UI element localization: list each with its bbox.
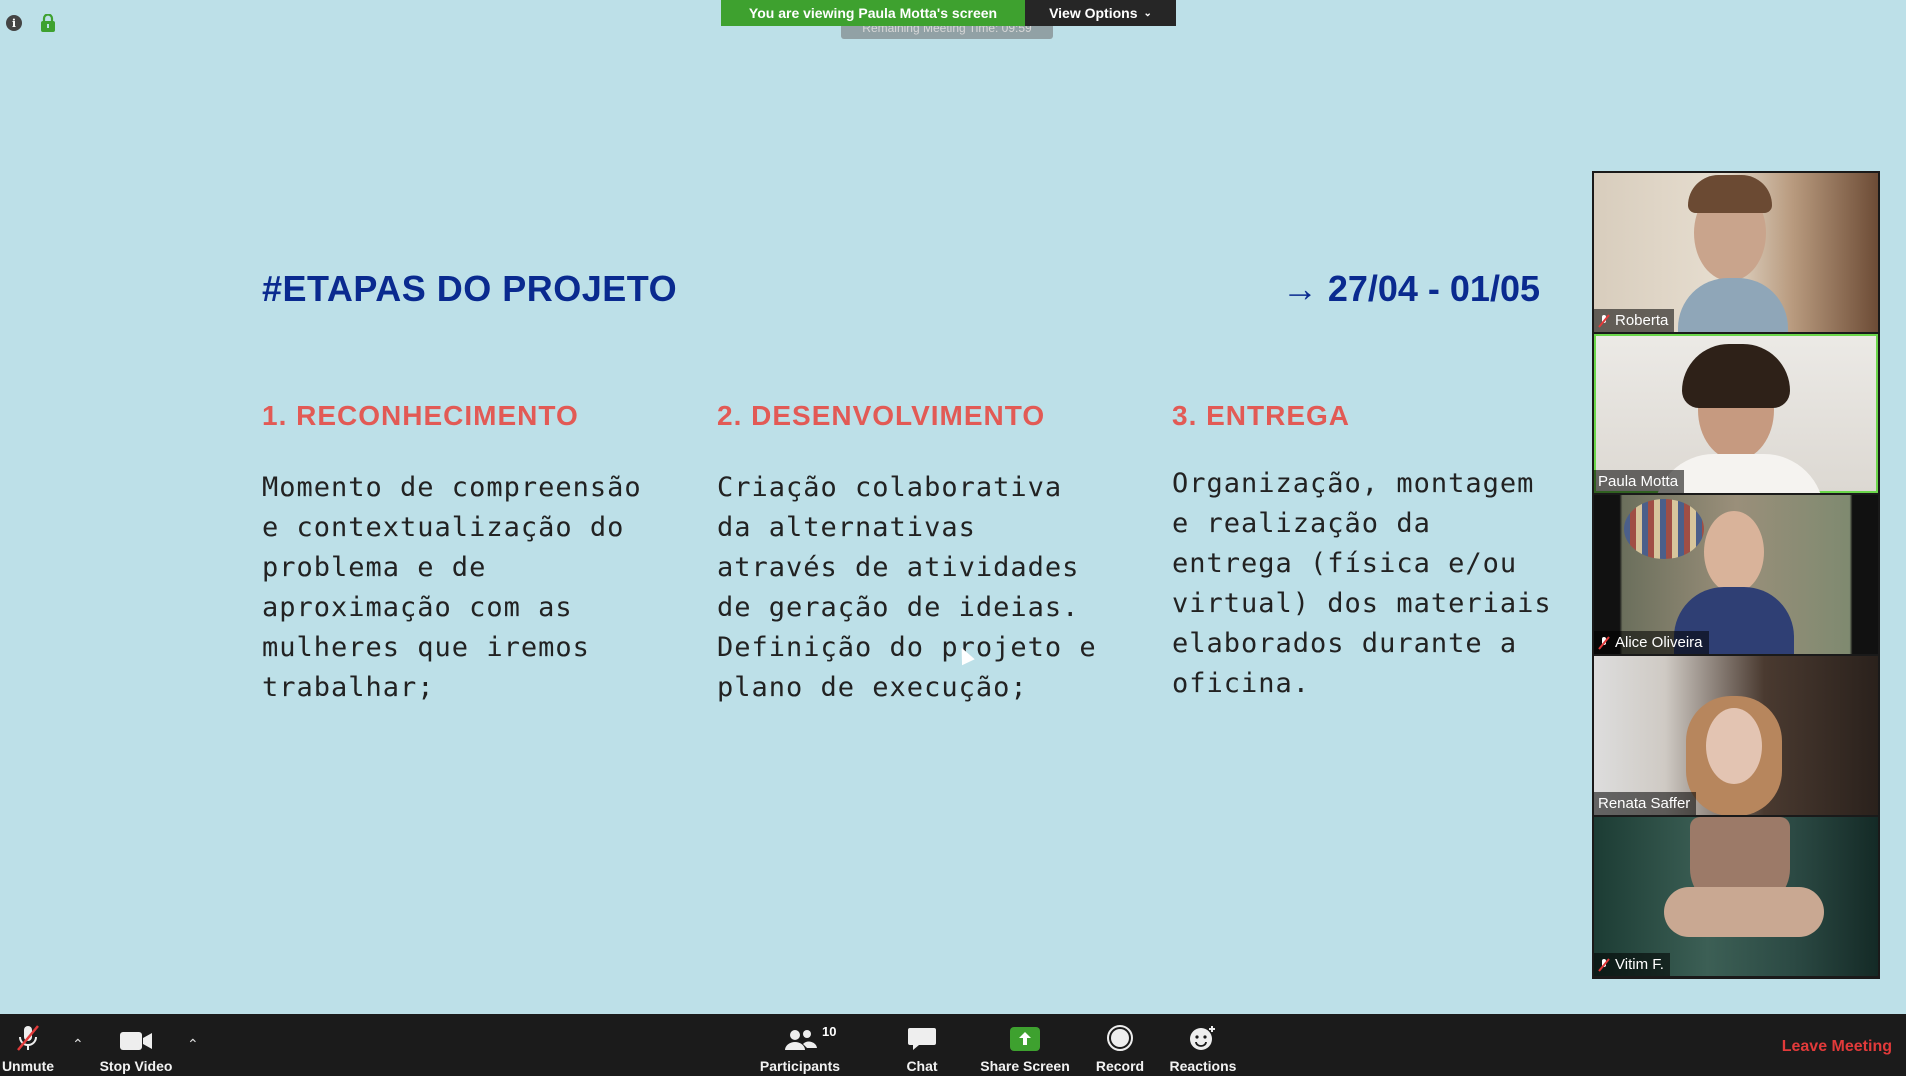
unmute-button[interactable]: Unmute bbox=[0, 1014, 56, 1076]
participant-name-tag: Alice Oliveira bbox=[1594, 631, 1709, 654]
column-heading-2: 2. DESENVOLVIMENTO bbox=[717, 400, 1046, 431]
leave-meeting-button[interactable]: Leave Meeting bbox=[1782, 1038, 1892, 1056]
participant-name-tag: Roberta bbox=[1594, 309, 1675, 332]
participants-count: 10 bbox=[822, 1024, 837, 1039]
mic-muted-icon bbox=[1598, 957, 1610, 972]
video-options-chevron-up-icon[interactable]: ⌃ bbox=[187, 1036, 199, 1053]
video-tile-alice-oliveira[interactable]: Alice Oliveira bbox=[1594, 495, 1878, 654]
column-body-3: Organização, montagem e realização da en… bbox=[1172, 468, 1552, 699]
record-button[interactable]: Record bbox=[1092, 1014, 1148, 1076]
mic-muted-icon bbox=[1598, 313, 1610, 328]
audio-options-chevron-up-icon[interactable]: ⌃ bbox=[72, 1036, 84, 1053]
share-screen-button[interactable]: Share Screen bbox=[978, 1014, 1072, 1076]
participant-name-tag: Paula Motta bbox=[1594, 470, 1685, 493]
column-body-2: Criação colaborativa da alternativas atr… bbox=[717, 472, 1097, 703]
record-icon bbox=[1107, 1025, 1133, 1051]
chat-button[interactable]: Chat bbox=[896, 1014, 948, 1076]
slide-title: #ETAPAS DO PROJETO bbox=[262, 268, 678, 309]
column-body-1: Momento de compreensão e contextualizaçã… bbox=[262, 472, 642, 703]
video-tile-vitim[interactable]: Vitim F. bbox=[1594, 817, 1878, 976]
participants-icon bbox=[785, 1030, 817, 1050]
video-camera-icon bbox=[120, 1032, 152, 1050]
video-tile-paula-motta[interactable]: Paula Motta bbox=[1594, 334, 1878, 493]
share-banner: You are viewing Paula Motta's screen Vie… bbox=[721, 0, 1176, 26]
participant-video-strip: Roberta Paula Motta Alice Oliveira Renat… bbox=[1592, 171, 1880, 979]
participant-name-tag: Renata Saffer bbox=[1594, 792, 1697, 815]
video-tile-roberta[interactable]: Roberta bbox=[1594, 173, 1878, 332]
share-screen-icon bbox=[1010, 1027, 1040, 1051]
emoji-reaction-icon bbox=[1190, 1026, 1215, 1050]
stop-video-button[interactable]: Stop Video bbox=[96, 1014, 176, 1076]
chat-icon bbox=[908, 1028, 936, 1050]
view-options-button[interactable]: View Options ⌄ bbox=[1025, 0, 1176, 26]
participant-name-tag: Vitim F. bbox=[1594, 953, 1670, 976]
mic-muted-icon bbox=[1598, 635, 1610, 650]
column-heading-3: 3. ENTREGA bbox=[1172, 400, 1351, 431]
mic-muted-icon bbox=[17, 1025, 39, 1051]
lock-icon[interactable] bbox=[40, 14, 56, 32]
meeting-status-icons: i bbox=[6, 14, 56, 32]
info-icon[interactable]: i bbox=[6, 15, 22, 31]
chevron-down-icon: ⌄ bbox=[1143, 7, 1152, 19]
slide-dates: → 27/04 - 01/05 bbox=[1281, 268, 1540, 309]
meeting-toolbar: Unmute ⌃ Stop Video ⌃ Participants 10 Ch… bbox=[0, 1014, 1906, 1076]
video-tile-renata-saffer[interactable]: Renata Saffer bbox=[1594, 656, 1878, 815]
column-heading-1: 1. RECONHECIMENTO bbox=[262, 400, 579, 431]
viewing-notice: You are viewing Paula Motta's screen bbox=[721, 0, 1025, 26]
view-options-label: View Options bbox=[1049, 5, 1138, 21]
reactions-button[interactable]: Reactions bbox=[1166, 1014, 1240, 1076]
